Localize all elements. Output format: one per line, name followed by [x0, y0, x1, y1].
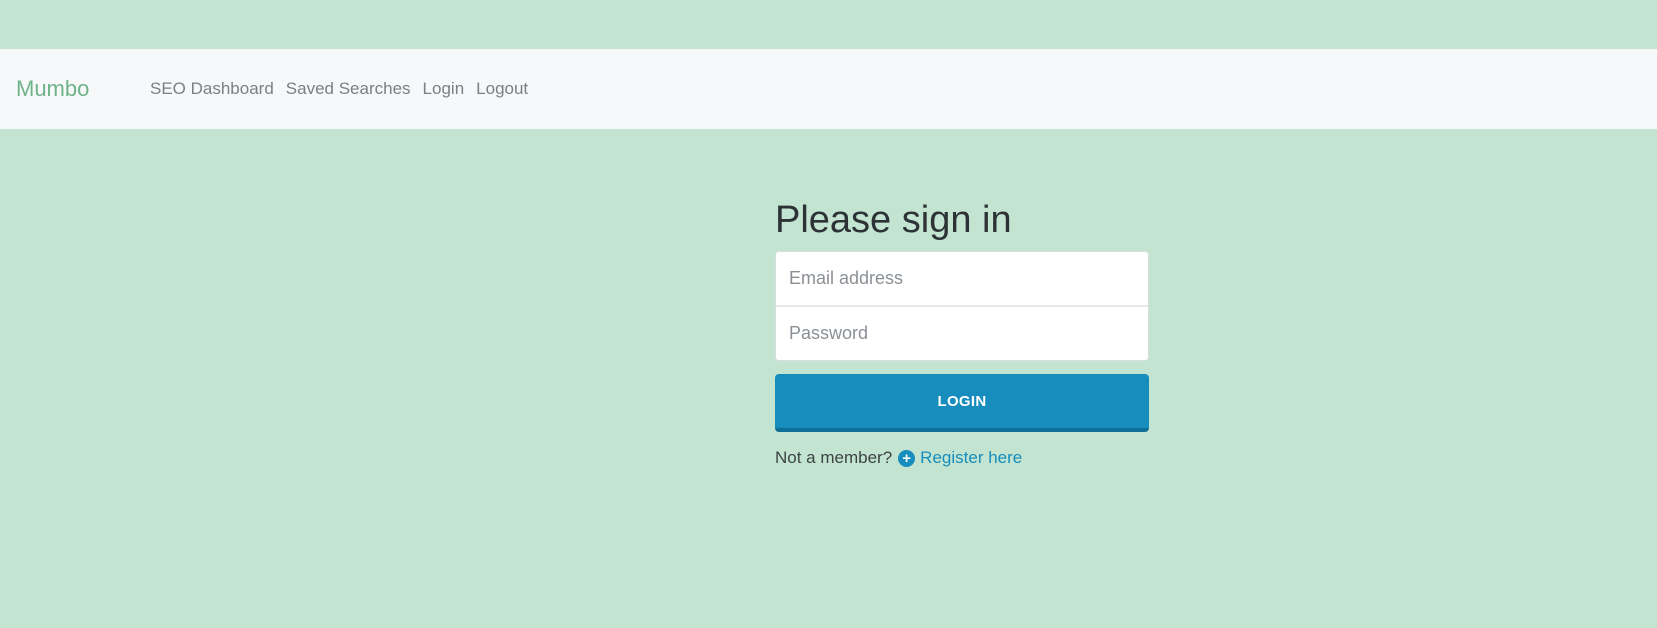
signin-heading: Please sign in	[775, 199, 1012, 241]
register-link[interactable]: Register here	[920, 448, 1022, 468]
nav-links: SEO Dashboard Saved Searches Login Logou…	[150, 79, 540, 99]
nav-link-saved-searches[interactable]: Saved Searches	[286, 79, 411, 99]
email-field[interactable]	[776, 252, 1148, 305]
password-field[interactable]	[776, 307, 1148, 360]
top-navbar: Mumbo SEO Dashboard Saved Searches Login…	[0, 49, 1657, 129]
credentials-group	[775, 251, 1149, 361]
nav-link-login[interactable]: Login	[423, 79, 465, 99]
register-prompt: Not a member? + Register here	[775, 448, 1149, 468]
login-button[interactable]: LOGIN	[775, 374, 1149, 432]
nav-link-logout[interactable]: Logout	[476, 79, 528, 99]
brand-logo-link[interactable]: Mumbo	[16, 76, 89, 102]
not-member-text: Not a member?	[775, 448, 893, 467]
nav-link-seo-dashboard[interactable]: SEO Dashboard	[150, 79, 274, 99]
signin-form: Please sign in LOGIN Not a member? + Reg…	[775, 197, 1149, 468]
plus-circle-icon[interactable]: +	[898, 449, 916, 467]
